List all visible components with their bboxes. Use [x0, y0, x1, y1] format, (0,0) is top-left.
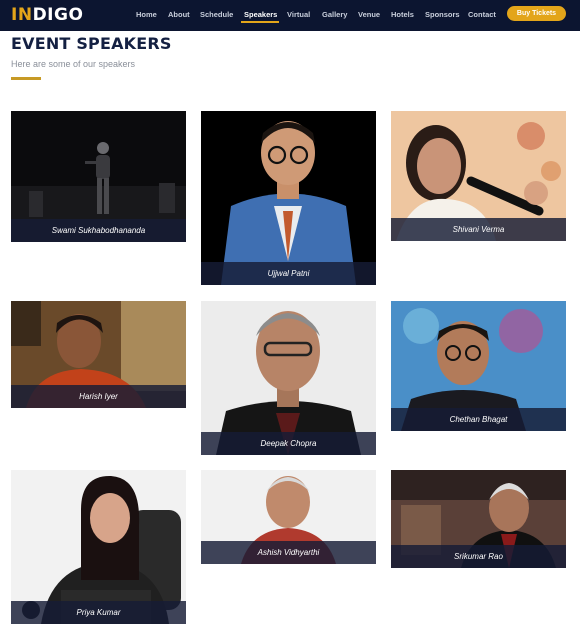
- speaker-card[interactable]: Chethan Bhagat: [391, 301, 566, 431]
- speaker-name: Deepak Chopra: [201, 432, 376, 455]
- speaker-card[interactable]: Deepak Chopra: [201, 301, 376, 455]
- logo-text: DIGO: [32, 5, 84, 25]
- speaker-name: Harish Iyer: [11, 385, 186, 408]
- nav-item-sponsors[interactable]: Sponsors: [425, 10, 460, 19]
- speaker-card[interactable]: Shivani Verma: [391, 111, 566, 241]
- site-logo[interactable]: INDIGO: [11, 5, 83, 25]
- nav-item-contact[interactable]: Contact: [468, 10, 496, 19]
- page-subtitle: Here are some of our speakers: [11, 59, 136, 69]
- buy-tickets-button[interactable]: Buy Tickets: [507, 6, 566, 21]
- nav-item-virtual[interactable]: Virtual: [287, 10, 310, 19]
- speaker-card[interactable]: Priya Kumar: [11, 470, 186, 624]
- page-title: EVENT SPEAKERS: [11, 34, 172, 53]
- nav-item-gallery[interactable]: Gallery: [322, 10, 347, 19]
- speaker-card[interactable]: Ujjwal Patni: [201, 111, 376, 285]
- title-accent-bar: [11, 77, 41, 80]
- top-navbar: INDIGO Home About Schedule Speakers Virt…: [0, 0, 580, 31]
- nav-item-about[interactable]: About: [168, 10, 190, 19]
- nav-item-schedule[interactable]: Schedule: [200, 10, 233, 19]
- speaker-card[interactable]: Srikumar Rao: [391, 470, 566, 568]
- speaker-name: Priya Kumar: [11, 601, 186, 624]
- speaker-name: Swami Sukhabodhananda: [11, 219, 186, 242]
- speaker-name: Shivani Verma: [391, 218, 566, 241]
- nav-item-hotels[interactable]: Hotels: [391, 10, 414, 19]
- speaker-card[interactable]: Swami Sukhabodhananda: [11, 111, 186, 242]
- speaker-card[interactable]: Ashish Vidhyarthi: [201, 470, 376, 564]
- speaker-name: Ashish Vidhyarthi: [201, 541, 376, 564]
- nav-item-home[interactable]: Home: [136, 10, 157, 19]
- nav-item-venue[interactable]: Venue: [358, 10, 380, 19]
- nav-item-speakers[interactable]: Speakers: [244, 10, 277, 19]
- speaker-name: Chethan Bhagat: [391, 408, 566, 431]
- speaker-photo: [201, 111, 376, 285]
- speaker-card[interactable]: Harish Iyer: [11, 301, 186, 408]
- speaker-name: Srikumar Rao: [391, 545, 566, 568]
- nav-active-underline: [241, 21, 279, 23]
- speaker-name: Ujjwal Patni: [201, 262, 376, 285]
- logo-accent: IN: [11, 5, 33, 25]
